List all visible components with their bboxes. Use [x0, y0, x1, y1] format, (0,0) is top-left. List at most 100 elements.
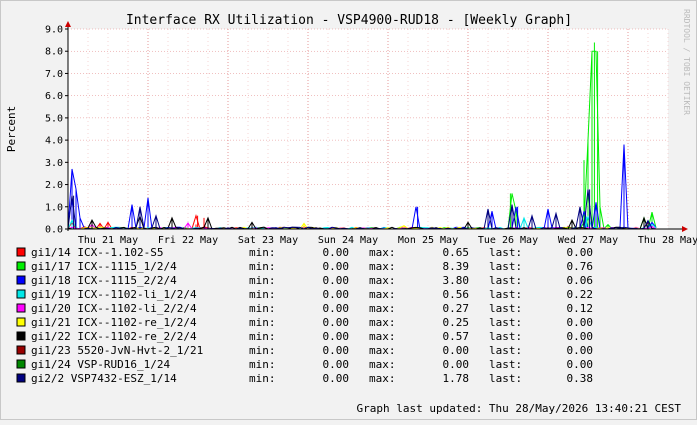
legend-min-label: min:	[249, 246, 276, 259]
legend-min-value: 0.00	[323, 288, 350, 301]
legend-max-label: max:	[369, 358, 396, 371]
legend-max-label: max:	[369, 246, 396, 259]
y-tick-label: 6.0	[45, 91, 63, 102]
legend-max-value: 3.80	[443, 274, 470, 287]
legend-last-label: last:	[489, 344, 522, 357]
y-tick-label: 8.0	[45, 47, 63, 58]
y-tick-label: 5.0	[45, 113, 63, 124]
legend-min-label: min:	[249, 330, 276, 343]
legend-min-label: min:	[249, 288, 276, 301]
legend-swatch	[16, 289, 26, 299]
legend-max-label: max:	[369, 316, 396, 329]
legend-min-value: 0.00	[323, 344, 350, 357]
legend-min-value: 0.00	[323, 274, 350, 287]
x-tick-label: Mon 25 May	[398, 235, 458, 246]
legend-name: gi1/18 ICX--1115_2/2/4	[31, 274, 177, 287]
legend-max-value: 0.27	[443, 302, 470, 315]
legend-swatch	[16, 345, 26, 355]
utilization-chart: 0.0 1.0 2.0 3.0 4.0 5.0 6.0 7.0 8.0 9.0 Thu 21 May…	[5, 9, 697, 415]
legend-swatch	[16, 317, 26, 327]
legend-max-value: 0.25	[443, 316, 470, 329]
legend-last-value: 0.00	[567, 330, 594, 343]
legend-min-value: 0.00	[323, 316, 350, 329]
legend-last-label: last:	[489, 302, 522, 315]
legend-min-value: 0.00	[323, 260, 350, 273]
legend-swatch	[16, 373, 26, 383]
legend-min-value: 0.00	[323, 302, 350, 315]
legend-last-value: 0.00	[567, 358, 594, 371]
legend-max-value: 0.57	[443, 330, 470, 343]
legend-last-label: last:	[489, 274, 522, 287]
x-tick-label: Thu 21 May	[78, 235, 138, 246]
legend-max-label: max:	[369, 288, 396, 301]
y-tick-label: 3.0	[45, 158, 63, 169]
legend-max-label: max:	[369, 372, 396, 385]
x-tick-label: Thu 28 May	[638, 235, 697, 246]
watermark: RRDTOOL / TOBI OETIKER	[682, 9, 691, 115]
y-tick-label: 7.0	[45, 69, 63, 80]
legend-swatch	[16, 261, 26, 271]
legend-name: gi1/23 5520-JvN-Hvt-2_1/21	[31, 344, 203, 357]
legend-max-value: 0.00	[443, 358, 470, 371]
graph-panel: 0.0 1.0 2.0 3.0 4.0 5.0 6.0 7.0 8.0 9.0 Thu 21 May…	[0, 0, 697, 420]
legend-max-value: 8.39	[443, 260, 470, 273]
legend-min-label: min:	[249, 358, 276, 371]
legend-name: gi1/19 ICX--1102-li_1/2/4	[31, 288, 197, 301]
x-tick-label: Tue 26 May	[478, 235, 538, 246]
legend-last-label: last:	[489, 372, 522, 385]
legend-max-value: 0.56	[443, 288, 470, 301]
legend-min-label: min:	[249, 372, 276, 385]
legend-last-value: 0.76	[567, 260, 594, 273]
footer-last-updated: Graph last updated: Thu 28/May/2026 13:4…	[356, 402, 681, 415]
legend-max-label: max:	[369, 274, 396, 287]
y-tick-label: 9.0	[45, 25, 63, 36]
legend-max-label: max:	[369, 330, 396, 343]
legend-last-value: 0.00	[567, 316, 594, 329]
legend-name: gi1/24 VSP-RUD16_1/24	[31, 358, 170, 371]
legend-last-label: last:	[489, 358, 522, 371]
legend-last-value: 0.00	[567, 344, 594, 357]
legend-name: gi1/20 ICX--1102-li_2/2/4	[31, 302, 197, 315]
legend-name: gi2/2 VSP7432-ESZ_1/14	[31, 372, 177, 385]
chart-title: Interface RX Utilization - VSP4900-RUD18…	[126, 13, 572, 28]
legend-swatch	[16, 303, 26, 313]
legend-last-label: last:	[489, 246, 522, 259]
x-tick-label: Sat 23 May	[238, 235, 298, 246]
legend-name: gi1/14 ICX--1.102-S5	[31, 246, 163, 259]
legend-min-label: min:	[249, 302, 276, 315]
legend-min-label: min:	[249, 274, 276, 287]
legend-last-label: last:	[489, 260, 522, 273]
legend-name: gi1/22 ICX--1102-re_2/2/4	[31, 330, 197, 343]
legend-max-value: 1.78	[443, 372, 470, 385]
legend-last-value: 0.00	[567, 246, 594, 259]
legend: gi1/14 ICX--1.102-S5 min: 0.00 max: 0.65 last…	[16, 246, 594, 385]
legend-last-value: 0.06	[567, 274, 594, 287]
legend-max-label: max:	[369, 302, 396, 315]
y-tick-label: 0.0	[45, 225, 63, 236]
y-axis-arrow	[65, 21, 71, 27]
legend-name: gi1/21 ICX--1102-re_1/2/4	[31, 316, 197, 329]
x-axis-arrow	[682, 226, 688, 232]
x-tick-label: Wed 27 May	[558, 235, 618, 246]
legend-min-value: 0.00	[323, 372, 350, 385]
legend-last-value: 0.12	[567, 302, 594, 315]
x-tick-label: Fri 22 May	[158, 235, 218, 246]
legend-min-value: 0.00	[323, 358, 350, 371]
legend-name: gi1/17 ICX--1115_1/2/4	[31, 260, 177, 273]
y-tick-label: 4.0	[45, 136, 63, 147]
legend-last-value: 0.22	[567, 288, 594, 301]
legend-max-label: max:	[369, 344, 396, 357]
legend-swatch	[16, 247, 26, 257]
legend-swatch	[16, 359, 26, 369]
legend-swatch	[16, 331, 26, 341]
legend-last-label: last:	[489, 330, 522, 343]
legend-last-value: 0.38	[567, 372, 594, 385]
y-axis-label: Percent	[5, 106, 18, 152]
legend-max-label: max:	[369, 260, 396, 273]
legend-max-value: 0.65	[443, 246, 470, 259]
y-tick-label: 1.0	[45, 202, 63, 213]
legend-last-label: last:	[489, 288, 522, 301]
legend-min-label: min:	[249, 316, 276, 329]
legend-min-value: 0.00	[323, 330, 350, 343]
legend-max-value: 0.00	[443, 344, 470, 357]
